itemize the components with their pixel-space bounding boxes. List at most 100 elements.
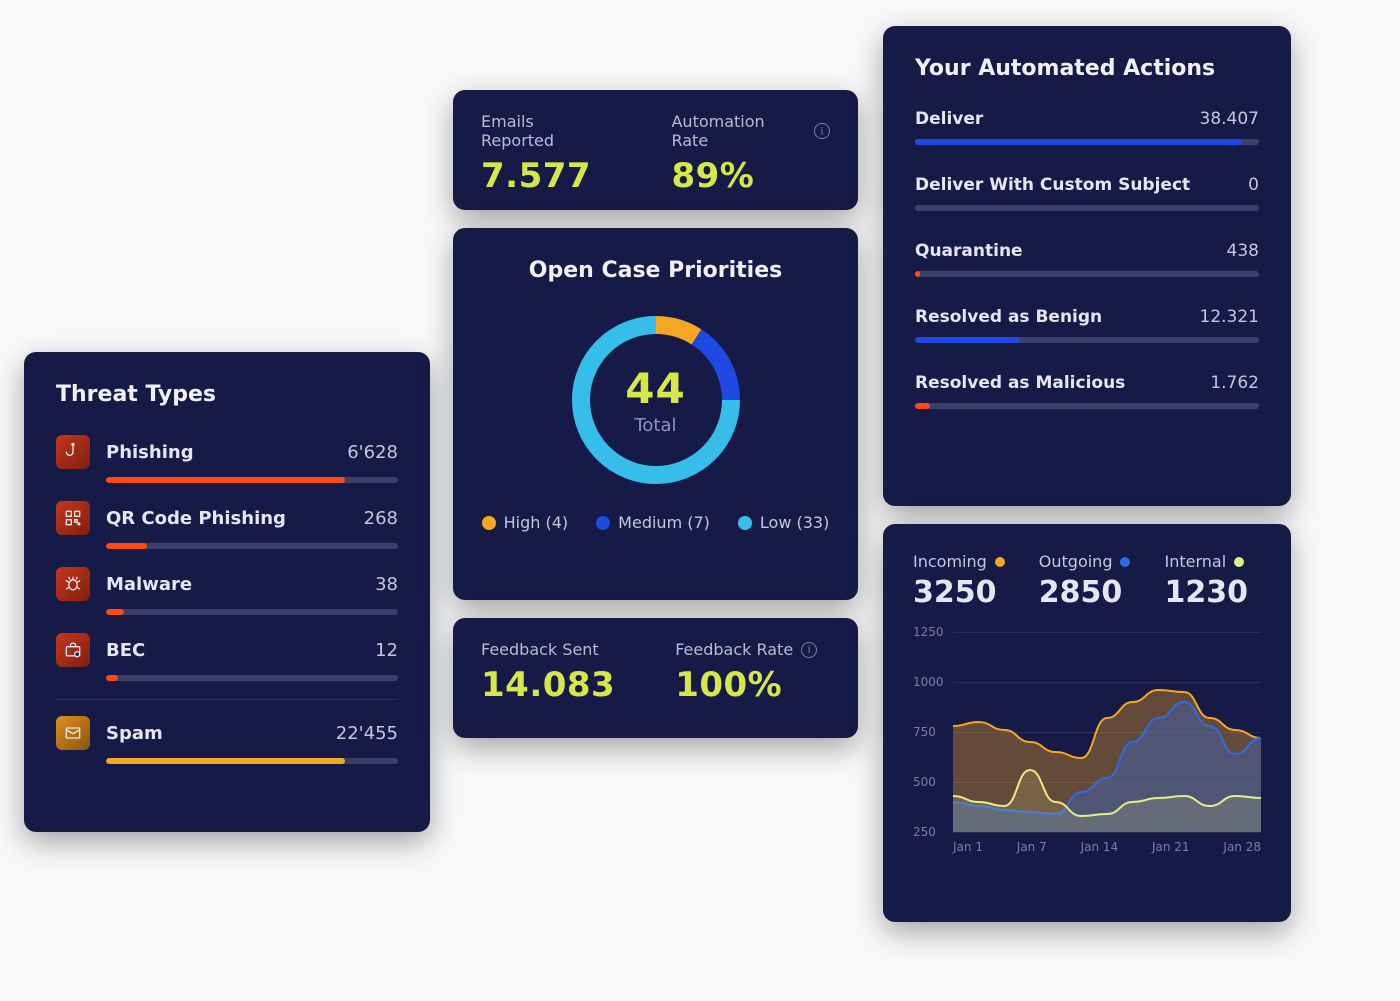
threat-name: Malware xyxy=(106,574,375,595)
threat-count: 6'628 xyxy=(347,442,398,463)
feedback-sent-value: 14.083 xyxy=(481,665,615,705)
y-tick: 1250 xyxy=(913,625,944,639)
legend-dot xyxy=(596,516,610,530)
automated-actions-title: Your Automated Actions xyxy=(915,56,1259,81)
threat-row[interactable]: Phishing 6'628 xyxy=(56,435,398,469)
feedback-card: Feedback Sent 14.083 Feedback Rate i 100… xyxy=(453,618,858,738)
threat-bar xyxy=(106,477,398,483)
action-bar xyxy=(915,139,1259,145)
feedback-rate-value: 100% xyxy=(675,665,817,705)
y-tick: 750 xyxy=(913,725,936,739)
priorities-total: 44 xyxy=(625,364,685,413)
action-value: 438 xyxy=(1227,241,1259,261)
x-tick: Jan 1 xyxy=(953,840,983,854)
action-value: 38.407 xyxy=(1200,109,1259,129)
action-name: Resolved as Benign xyxy=(915,307,1102,327)
action-name: Deliver With Custom Subject xyxy=(915,175,1190,195)
threat-count: 38 xyxy=(375,574,398,595)
legend-item[interactable]: Medium (7) xyxy=(596,513,710,532)
traffic-stat: Internal 1230 xyxy=(1164,552,1248,610)
feedback-rate-stat: Feedback Rate i 100% xyxy=(675,640,817,705)
action-row: Resolved as Benign 12.321 xyxy=(915,307,1259,367)
automated-actions-card: Your Automated Actions Deliver 38.407 De… xyxy=(883,26,1291,506)
legend-item[interactable]: Low (33) xyxy=(738,513,829,532)
traffic-series-value: 3250 xyxy=(913,575,1005,610)
priorities-card: Open Case Priorities 44 Total High (4) Me… xyxy=(453,228,858,600)
series-dot xyxy=(995,557,1005,567)
priorities-title: Open Case Priorities xyxy=(477,258,834,283)
action-bar xyxy=(915,205,1259,211)
traffic-stat: Outgoing 2850 xyxy=(1039,552,1131,610)
threat-bar xyxy=(106,758,398,764)
traffic-series-label: Incoming xyxy=(913,552,987,571)
traffic-series-label: Internal xyxy=(1164,552,1226,571)
action-value: 0 xyxy=(1248,175,1259,195)
traffic-series-label: Outgoing xyxy=(1039,552,1113,571)
threat-row[interactable]: Spam 22'455 xyxy=(56,716,398,750)
action-name: Quarantine xyxy=(915,241,1023,261)
legend-dot xyxy=(482,516,496,530)
legend-label: Low (33) xyxy=(760,513,829,532)
bug-icon xyxy=(56,567,90,601)
y-tick: 1000 xyxy=(913,675,944,689)
threat-count: 22'455 xyxy=(336,723,398,744)
series-dot xyxy=(1234,557,1244,567)
automation-rate-value: 89% xyxy=(671,156,830,196)
threat-row[interactable]: BEC 12 xyxy=(56,633,398,667)
threat-types-title: Threat Types xyxy=(56,382,398,407)
action-value: 12.321 xyxy=(1200,307,1259,327)
series-dot xyxy=(1120,557,1130,567)
action-name: Resolved as Malicious xyxy=(915,373,1125,393)
action-bar xyxy=(915,337,1259,343)
threat-bar xyxy=(106,675,398,681)
info-icon[interactable]: i xyxy=(801,642,817,658)
y-tick: 500 xyxy=(913,775,936,789)
x-tick: Jan 21 xyxy=(1152,840,1190,854)
action-row: Resolved as Malicious 1.762 xyxy=(915,373,1259,433)
threat-name: QR Code Phishing xyxy=(106,508,364,529)
automation-rate-label: Automation Rate xyxy=(671,112,806,150)
emails-reported-stat: Emails Reported 7.577 xyxy=(481,112,611,196)
mail-icon xyxy=(56,716,90,750)
action-value: 1.762 xyxy=(1210,373,1259,393)
threat-count: 12 xyxy=(375,640,398,661)
info-icon[interactable]: i xyxy=(814,123,830,139)
traffic-stat: Incoming 3250 xyxy=(913,552,1005,610)
threat-name: Phishing xyxy=(106,442,347,463)
y-tick: 250 xyxy=(913,825,936,839)
x-tick: Jan 7 xyxy=(1017,840,1047,854)
traffic-series-value: 2850 xyxy=(1039,575,1131,610)
priorities-total-label: Total xyxy=(634,415,676,436)
hook-icon xyxy=(56,435,90,469)
legend-label: Medium (7) xyxy=(618,513,710,532)
email-stats-card: Emails Reported 7.577 Automation Rate i … xyxy=(453,90,858,210)
feedback-sent-label: Feedback Sent xyxy=(481,640,615,659)
threat-name: Spam xyxy=(106,723,336,744)
feedback-rate-label: Feedback Rate xyxy=(675,640,793,659)
action-row: Deliver With Custom Subject 0 xyxy=(915,175,1259,235)
briefcase-icon xyxy=(56,633,90,667)
automation-rate-stat: Automation Rate i 89% xyxy=(671,112,830,196)
action-bar xyxy=(915,271,1259,277)
threat-bar xyxy=(106,609,398,615)
action-name: Deliver xyxy=(915,109,983,129)
traffic-card: Incoming 3250 Outgoing 2850 Internal 123… xyxy=(883,524,1291,922)
legend-item[interactable]: High (4) xyxy=(482,513,569,532)
action-row: Deliver 38.407 xyxy=(915,109,1259,169)
action-row: Quarantine 438 xyxy=(915,241,1259,301)
x-tick: Jan 28 xyxy=(1223,840,1261,854)
legend-label: High (4) xyxy=(504,513,569,532)
threat-name: BEC xyxy=(106,640,375,661)
emails-reported-value: 7.577 xyxy=(481,156,611,196)
action-bar xyxy=(915,403,1259,409)
legend-dot xyxy=(738,516,752,530)
threat-row[interactable]: Malware 38 xyxy=(56,567,398,601)
priorities-donut: 44 Total xyxy=(561,305,751,495)
x-tick: Jan 14 xyxy=(1081,840,1119,854)
feedback-sent-stat: Feedback Sent 14.083 xyxy=(481,640,615,705)
threat-row[interactable]: QR Code Phishing 268 xyxy=(56,501,398,535)
emails-reported-label: Emails Reported xyxy=(481,112,611,150)
traffic-area-chart: 12501000750500250 xyxy=(913,632,1261,832)
qr-icon xyxy=(56,501,90,535)
threat-count: 268 xyxy=(364,508,398,529)
